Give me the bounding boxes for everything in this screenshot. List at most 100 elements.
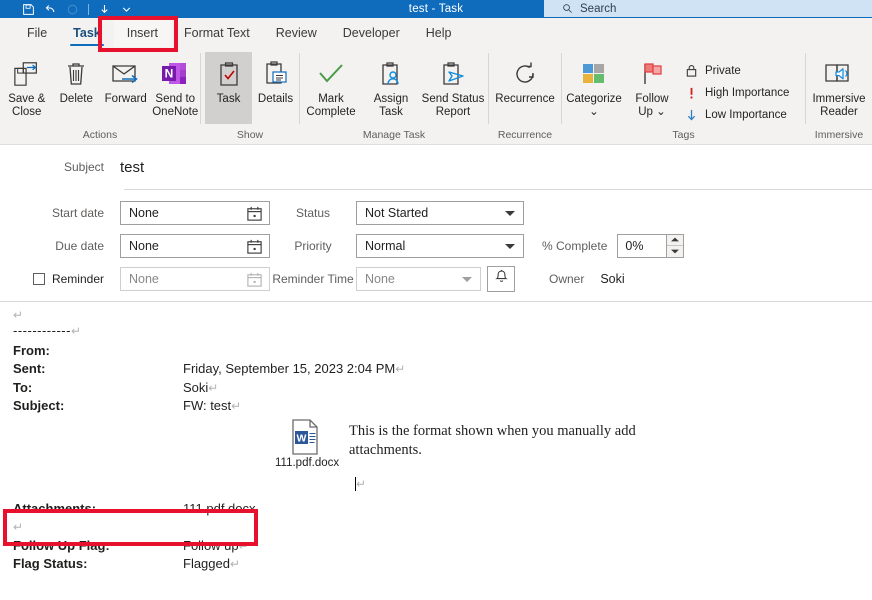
reminder-label-group: Reminder <box>0 272 120 286</box>
categorize-button[interactable]: Categorize ⌄ <box>562 52 626 124</box>
task-body[interactable]: ↵ ------------↵ From: Sent: Friday, Sept… <box>0 302 872 574</box>
immersive-reader-button[interactable]: Immersive Reader <box>806 52 872 124</box>
high-importance-button[interactable]: High Importance <box>678 82 795 104</box>
assign-task-button[interactable]: Assign Task <box>362 52 420 124</box>
word-document-icon: W <box>275 418 335 456</box>
group-label-immersive: Immersive <box>814 129 864 141</box>
tab-task-label: Task <box>73 26 101 40</box>
search-input[interactable]: Search <box>544 0 872 17</box>
status-select[interactable]: Not Started <box>356 200 524 225</box>
clipboard-send-icon <box>440 58 466 90</box>
low-importance-button[interactable]: Low Importance <box>678 104 795 126</box>
footer-fields: Attachments: 111.pdf.docx ↵ Follow Up Fl… <box>13 500 256 574</box>
save-and-close-button[interactable]: Save & Close <box>2 52 52 124</box>
attachment-filename: 111.pdf.docx <box>275 456 340 469</box>
active-tab-underline <box>70 43 104 46</box>
task-form: Subject test Start date None Status Not … <box>0 145 872 295</box>
recurrence-button[interactable]: Recurrence <box>489 52 561 124</box>
mark-complete-button[interactable]: Mark Complete <box>300 52 362 124</box>
send-to-onenote-button[interactable]: N Send to OneNote <box>151 52 201 124</box>
down-arrow-icon <box>684 108 699 123</box>
ribbon-group-manage-task: Mark Complete Assign Task Send Status Re… <box>300 47 488 144</box>
percent-complete-spin-buttons[interactable] <box>667 233 685 258</box>
follow-up-flag-row: Follow Up Flag: Follow up↵ <box>13 537 256 556</box>
clipboard-check-icon <box>216 58 242 90</box>
start-date-row: Start date None Status Not Started <box>0 196 872 229</box>
save-and-close-label: Save & Close <box>8 93 46 118</box>
group-label-actions: Actions <box>82 129 118 141</box>
reminder-time-select[interactable]: None <box>356 266 481 291</box>
percent-complete-value[interactable]: 0% <box>617 233 668 258</box>
reminder-time-value: None <box>365 271 395 286</box>
start-date-input[interactable]: None <box>120 200 270 225</box>
trash-icon <box>63 58 89 90</box>
owner-label: Owner <box>549 271 585 286</box>
checkmark-icon <box>316 58 346 90</box>
redo-icon[interactable] <box>66 3 79 16</box>
tab-developer-label: Developer <box>342 26 400 40</box>
low-importance-label: Low Importance <box>705 109 787 121</box>
subject-key: Subject: <box>13 398 65 413</box>
chevron-down-icon <box>505 210 515 216</box>
ribbon: Save & Close Delete Forward N Send to On… <box>0 47 872 145</box>
reminder-date-input[interactable]: None <box>120 266 270 291</box>
calendar-icon[interactable] <box>246 238 263 258</box>
follow-up-button[interactable]: Follow Up ⌄ <box>626 52 678 124</box>
quick-access-toolbar[interactable] <box>0 0 133 18</box>
delete-button[interactable]: Delete <box>52 52 102 124</box>
follow-up-flag-value: Follow up↵ <box>183 537 256 556</box>
private-button[interactable]: Private <box>678 60 795 82</box>
follow-up-pilcrow: ↵ <box>238 538 249 553</box>
ribbon-group-actions: Save & Close Delete Forward N Send to On… <box>0 47 200 144</box>
flag-status-row: Flag Status: Flagged↵ <box>13 555 256 574</box>
calendar-icon[interactable] <box>246 205 263 225</box>
group-label-manage-task: Manage Task <box>362 129 426 141</box>
forward-label: Forward <box>104 93 147 105</box>
attachments-key: Attachments: <box>13 500 97 516</box>
send-status-report-button[interactable]: Send Status Report <box>420 52 486 124</box>
sent-value: Friday, September 15, 2023 2:04 PM↵ <box>183 360 405 379</box>
due-date-input[interactable]: None <box>120 233 270 258</box>
delete-label: Delete <box>59 93 93 105</box>
clipboard-person-icon <box>378 58 404 90</box>
body-pilcrow-1: ↵ <box>13 308 24 322</box>
calendar-icon[interactable] <box>246 271 263 291</box>
tab-file-label: File <box>27 26 48 40</box>
undo-icon[interactable] <box>44 3 57 16</box>
show-details-label: Details <box>257 93 294 105</box>
tab-developer[interactable]: Developer <box>330 20 413 47</box>
reminder-time-label: Reminder Time <box>272 271 354 286</box>
tab-file[interactable]: File <box>14 20 60 47</box>
priority-select[interactable]: Normal <box>356 233 524 258</box>
customize-chevron-icon[interactable] <box>120 3 133 16</box>
separator-pilcrow: ↵ <box>70 324 82 338</box>
footer-pilcrow-1: ↵ <box>13 520 24 534</box>
spin-down-icon[interactable] <box>667 245 684 257</box>
percent-complete-stepper[interactable]: 0% <box>617 233 685 258</box>
save-icon[interactable] <box>22 3 35 16</box>
body-cursor-line[interactable]: ↵ <box>10 476 872 491</box>
attachment-item[interactable]: W 111.pdf.docx <box>275 418 340 469</box>
tab-review[interactable]: Review <box>263 20 330 47</box>
reminder-sound-button[interactable] <box>487 265 515 292</box>
to-value: Soki↵ <box>183 379 405 398</box>
touch-mode-icon[interactable] <box>98 3 111 16</box>
tab-format-text[interactable]: Format Text <box>171 20 263 47</box>
subject-value: FW: test↵ <box>183 397 405 416</box>
separator-dashes: ------------ <box>13 323 71 338</box>
show-details-button[interactable]: Details <box>252 52 299 124</box>
priority-value: Normal <box>365 238 406 253</box>
group-label-tags: Tags <box>672 129 695 141</box>
forward-button[interactable]: Forward <box>101 52 151 124</box>
reminder-checkbox[interactable] <box>32 272 45 285</box>
mark-complete-label: Mark Complete <box>306 93 356 118</box>
tab-insert[interactable]: Insert <box>113 20 171 47</box>
tab-help[interactable]: Help <box>413 20 465 47</box>
subject-input[interactable]: test <box>120 159 144 176</box>
attachments-value[interactable]: 111.pdf.docx <box>183 500 256 519</box>
show-task-button[interactable]: Task <box>205 52 252 124</box>
tab-task[interactable]: Task <box>60 20 114 47</box>
status-label: Status <box>295 205 331 220</box>
spin-up-icon[interactable] <box>667 234 684 245</box>
status-value: Not Started <box>365 205 429 220</box>
